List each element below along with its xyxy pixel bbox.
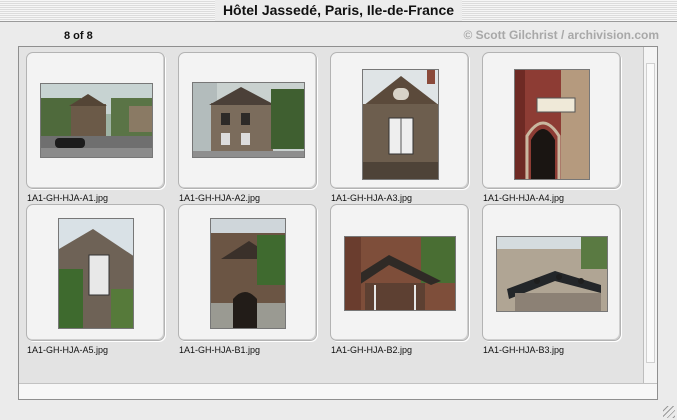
- thumbnail-image[interactable]: [58, 218, 134, 329]
- scrollbar-thumb[interactable]: [646, 63, 655, 363]
- thumbnail-item[interactable]: 1A1-GH-HJA-A4.jpg: [475, 47, 627, 207]
- thumbnail-image[interactable]: [344, 236, 456, 311]
- thumbnail-item[interactable]: 1A1-GH-HJA-A1.jpg: [19, 47, 171, 207]
- status-bar: [19, 383, 657, 399]
- thumbnail-item[interactable]: 1A1-GH-HJA-A3.jpg: [323, 47, 475, 207]
- thumbnail-frame[interactable]: [330, 204, 469, 341]
- thumbnail-filename: 1A1-GH-HJA-B1.jpg: [179, 345, 261, 355]
- thumbnail-image[interactable]: [210, 218, 286, 329]
- vertical-scrollbar[interactable]: [643, 47, 657, 385]
- thumbnail-grid: 1A1-GH-HJA-A1.jpg 1A1-GH-HJA-A2.jpg 1A1-…: [19, 47, 643, 383]
- image-browser-window: 8 of 8 © Scott Gilchrist / archivision.c…: [0, 22, 677, 420]
- thumbnail-filename: 1A1-GH-HJA-A5.jpg: [27, 345, 109, 355]
- thumbnail-browser: 1A1-GH-HJA-A1.jpg 1A1-GH-HJA-A2.jpg 1A1-…: [18, 46, 658, 400]
- thumbnail-image[interactable]: [362, 69, 439, 180]
- resize-grip-icon[interactable]: [663, 406, 675, 418]
- thumbnail-filename: 1A1-GH-HJA-B3.jpg: [483, 345, 565, 355]
- thumbnail-frame[interactable]: [330, 52, 469, 189]
- thumbnail-frame[interactable]: [178, 204, 317, 341]
- thumbnail-frame[interactable]: [178, 52, 317, 189]
- copyright-credit: © Scott Gilchrist / archivision.com: [463, 28, 659, 42]
- thumbnail-filename: 1A1-GH-HJA-B2.jpg: [331, 345, 413, 355]
- thumbnail-image[interactable]: [40, 83, 153, 158]
- thumbnail-image[interactable]: [496, 236, 608, 312]
- thumbnail-frame[interactable]: [26, 204, 165, 341]
- window-titlebar[interactable]: Hôtel Jassedé, Paris, Ile-de-France: [0, 0, 677, 22]
- image-counter: 8 of 8: [64, 30, 93, 42]
- thumbnail-frame[interactable]: [482, 52, 621, 189]
- thumbnail-item[interactable]: 1A1-GH-HJA-A2.jpg: [171, 47, 323, 207]
- thumbnail-item[interactable]: 1A1-GH-HJA-B3.jpg: [475, 199, 627, 359]
- thumbnail-frame[interactable]: [482, 204, 621, 341]
- thumbnail-image[interactable]: [192, 82, 305, 158]
- thumbnail-item[interactable]: 1A1-GH-HJA-B1.jpg: [171, 199, 323, 359]
- thumbnail-item[interactable]: 1A1-GH-HJA-B2.jpg: [323, 199, 475, 359]
- thumbnail-frame[interactable]: [26, 52, 165, 189]
- window-title: Hôtel Jassedé, Paris, Ile-de-France: [214, 0, 463, 21]
- thumbnail-item[interactable]: 1A1-GH-HJA-A5.jpg: [19, 199, 171, 359]
- thumbnail-image[interactable]: [514, 69, 590, 180]
